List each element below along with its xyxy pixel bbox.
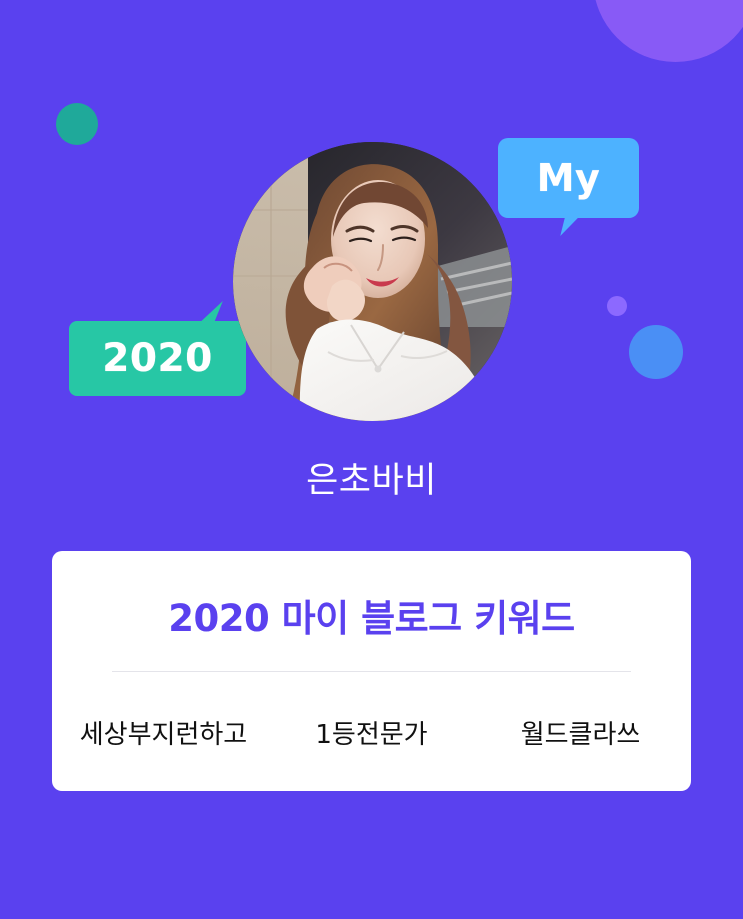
profile-avatar — [233, 142, 512, 421]
decorative-circle-blue — [629, 325, 683, 379]
keyword-card-divider — [112, 671, 631, 672]
keyword-item: 세상부지런하고 — [79, 720, 248, 750]
year-speech-badge: 2020 — [69, 321, 246, 396]
username: 은초바비 — [306, 461, 437, 501]
keyword-item: 1등전문가 — [315, 720, 428, 750]
blog-keyword-screen: My 2020 은초바비 2020 마이 블로그 키워드 세상부지런하고 1등전… — [0, 0, 743, 919]
my-badge-label: My — [536, 156, 601, 200]
decorative-circle-top-right — [593, 0, 743, 62]
keyword-item: 월드클라쓰 — [520, 720, 641, 750]
keyword-card-title: 2020 마이 블로그 키워드 — [168, 597, 575, 640]
my-speech-badge: My — [498, 138, 639, 218]
decorative-dot-purple — [607, 296, 627, 316]
profile-photo-icon — [233, 142, 512, 421]
year-badge-label: 2020 — [102, 336, 213, 381]
decorative-circle-teal — [56, 103, 98, 145]
